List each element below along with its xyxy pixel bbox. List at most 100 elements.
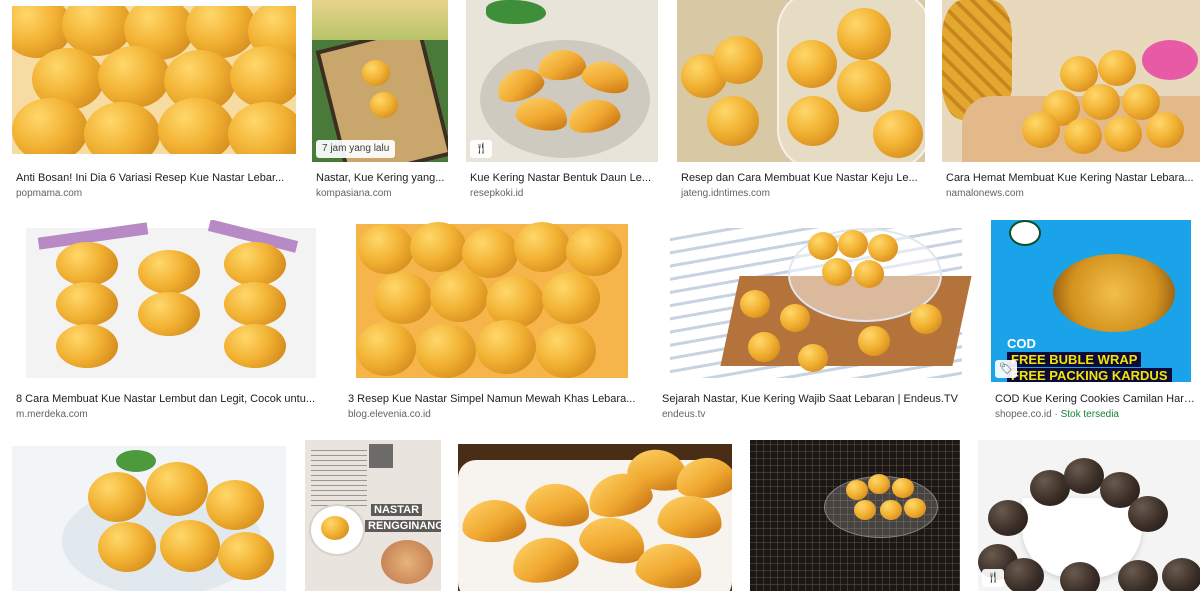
result-title[interactable]: 8 Cara Membuat Kue Nastar Lembut dan Leg… [16,392,322,406]
result-card[interactable]: Resep dan Cara Membuat Kue Nastar Keju L… [677,0,925,202]
nastar-image [228,102,296,154]
nastar-image [98,522,156,572]
result-thumbnail[interactable] [750,440,960,591]
bubble-wrap-label: FREE BUBLE WRAP [1007,352,1142,367]
nastar-image [780,304,810,332]
nastar-image [224,282,286,326]
nastar-image [138,250,200,294]
result-thumbnail[interactable] [12,6,296,154]
packing-label: FREE PACKING KARDUS [1007,368,1172,382]
choco-cookie-image [1060,562,1100,591]
nastar-image [837,8,891,60]
nastar-image [224,324,286,368]
result-card[interactable]: 7 jam yang lalu Nastar, Kue Kering yang.… [312,0,448,202]
result-source[interactable]: blog.elevenia.co.id [348,408,636,421]
result-thumbnail[interactable]: 🍴︎ [978,440,1200,591]
result-thumbnail[interactable] [677,0,925,162]
nastar-image [808,232,838,260]
nastar-image [873,110,923,158]
result-card[interactable]: Anti Bosan! Ini Dia 6 Variasi Resep Kue … [12,6,296,202]
nastar-image [910,304,942,334]
nastar-image [362,60,390,86]
result-thumbnail[interactable] [658,220,974,382]
result-thumbnail[interactable]: 🍴︎ [466,0,658,162]
nastar-image [514,222,570,272]
result-title[interactable]: Cara Hemat Membuat Kue Kering Nastar Leb… [946,171,1200,185]
result-thumbnail[interactable] [12,220,328,382]
nastar-image [12,98,88,154]
author-photo-image [369,444,393,468]
result-source[interactable]: endeus.tv [662,408,970,421]
result-source[interactable]: resepkoki.id [470,187,656,200]
result-title[interactable]: Resep dan Cara Membuat Kue Nastar Keju L… [681,171,925,185]
nastar-image [160,520,220,572]
nastar-image [430,270,488,322]
nastar-image [566,226,622,276]
rengginang-image [381,540,433,584]
tag-icon: 🏷︎ [995,360,1017,378]
result-title[interactable]: Anti Bosan! Ini Dia 6 Variasi Resep Kue … [16,171,292,185]
mint-leaves-image [486,0,546,24]
result-title[interactable]: Kue Kering Nastar Bentuk Daun Le... [470,171,656,185]
nastar-image [158,98,234,154]
result-card[interactable] [750,440,960,591]
nastar-image [356,322,416,376]
result-source[interactable]: namalonews.com [946,187,1200,200]
nastar-image [822,258,852,286]
nastar-image [321,516,349,540]
result-card[interactable] [12,446,286,591]
result-title[interactable]: 3 Resep Kue Nastar Simpel Namun Mewah Kh… [348,392,636,406]
result-card[interactable]: Sejarah Nastar, Kue Kering Wajib Saat Le… [658,220,974,425]
nastar-image [230,46,296,108]
nastar-image [846,480,868,500]
result-source[interactable]: kompasiana.com [316,187,448,200]
nastar-image [416,324,476,378]
result-card[interactable]: 🍴︎ Kue Kering Nastar Bentuk Daun Le... r… [466,0,658,202]
choco-cookie-image [1128,496,1168,532]
nastar-image [868,474,890,494]
result-card[interactable]: Cara Hemat Membuat Kue Kering Nastar Leb… [942,0,1200,202]
result-card[interactable]: COD FREE BUBLE WRAP FREE PACKING KARDUS … [991,220,1200,425]
time-badge: 7 jam yang lalu [316,140,396,158]
nastar-image [358,224,414,274]
nastar-image [138,292,200,336]
nastar-image [542,272,600,324]
result-card[interactable]: 🍴︎ [978,440,1200,591]
result-thumbnail[interactable] [12,446,286,591]
result-card[interactable]: 8 Cara Membuat Kue Nastar Lembut dan Leg… [12,220,328,425]
nastar-image [374,272,432,324]
nastar-image [798,344,828,372]
nastar-image [748,332,780,362]
halal-logo [1009,220,1041,246]
result-thumbnail[interactable]: NASTAR RENGGINANG [305,440,441,591]
cod-label: COD [1007,336,1036,351]
mint-leaves-image [116,450,156,472]
nastar-image [787,40,837,88]
nastar-image [56,282,118,326]
result-source[interactable]: popmama.com [16,187,292,200]
result-thumbnail[interactable] [344,220,640,382]
result-source[interactable]: m.merdeka.com [16,408,322,421]
nastar-image [56,324,118,368]
result-card[interactable] [458,444,732,591]
result-thumbnail[interactable] [458,444,732,591]
result-title[interactable]: Sejarah Nastar, Kue Kering Wajib Saat Le… [662,392,970,406]
result-title[interactable]: COD Kue Kering Cookies Camilan Hari... [995,392,1195,406]
choco-cookie-image [988,500,1028,536]
nastar-image [486,276,544,328]
result-card[interactable]: 3 Resep Kue Nastar Simpel Namun Mewah Kh… [344,220,640,425]
nastar-image [98,46,170,108]
article-text-image [311,446,367,506]
result-title[interactable]: Nastar, Kue Kering yang... [316,171,448,185]
result-card[interactable]: NASTAR RENGGINANG [305,440,441,591]
result-source[interactable]: shopee.co.id · Stok tersedia [995,408,1195,421]
result-thumbnail[interactable] [942,0,1200,162]
nastar-image [707,96,759,146]
nastar-image [218,532,274,580]
result-thumbnail[interactable]: 7 jam yang lalu [312,0,448,162]
source-domain: shopee.co.id [995,409,1052,420]
nastar-image [837,60,891,112]
result-thumbnail[interactable]: COD FREE BUBLE WRAP FREE PACKING KARDUS … [991,220,1191,382]
result-source[interactable]: jateng.idntimes.com [681,187,925,200]
nastar-image [224,242,286,286]
